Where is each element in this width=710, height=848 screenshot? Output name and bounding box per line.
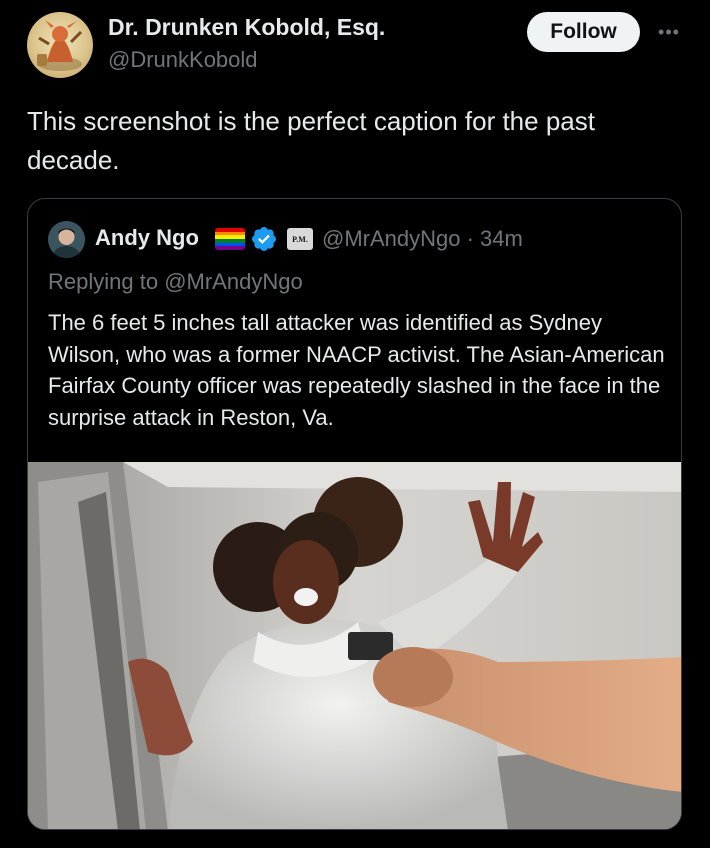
- andy-ngo-avatar-icon[interactable]: [48, 221, 85, 258]
- replying-prefix: Replying to: [48, 269, 165, 294]
- more-options-icon[interactable]: •••: [652, 20, 686, 44]
- follow-button[interactable]: Follow: [527, 12, 640, 52]
- replying-mention[interactable]: @MrAndyNgo: [164, 269, 303, 294]
- author-name[interactable]: Dr. Drunken Kobold, Esq.: [108, 14, 385, 41]
- pm-badge: P.M.: [287, 228, 313, 250]
- replying-to: Replying to @MrAndyNgo: [48, 269, 303, 295]
- kobold-avatar-icon[interactable]: [27, 12, 93, 78]
- quoted-tweet[interactable]: Andy Ngo P.M. @MrAndyNgo · 34m Replying …: [27, 198, 682, 830]
- tweet-text: This screenshot is the perfect caption f…: [27, 106, 595, 175]
- author-handle[interactable]: @DrunkKobold: [108, 47, 258, 73]
- verified-badge-icon: [250, 225, 278, 253]
- rainbow-flag-icon: [215, 228, 245, 250]
- quoted-tweet-text: The 6 feet 5 inches tall attacker was id…: [48, 310, 665, 430]
- quoted-media-image[interactable]: [28, 462, 681, 829]
- tweet-header: Dr. Drunken Kobold, Esq. @DrunkKobold Fo…: [0, 0, 710, 90]
- quoted-author-name[interactable]: Andy Ngo: [95, 225, 199, 251]
- quoted-handle-time[interactable]: @MrAndyNgo · 34m: [322, 226, 523, 252]
